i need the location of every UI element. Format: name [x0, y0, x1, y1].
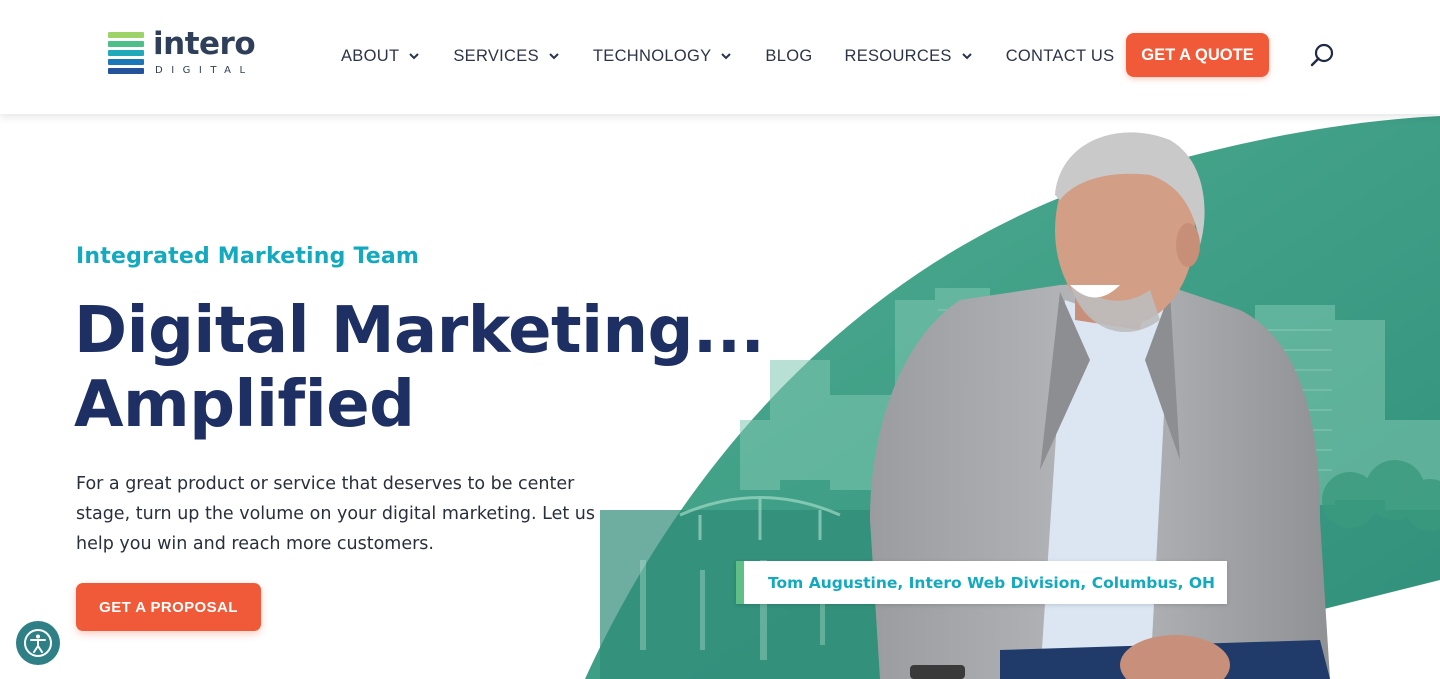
chevron-down-icon [961, 53, 972, 60]
hero-headline: Digital Marketing... Amplified [74, 294, 765, 442]
nav-item-blog[interactable]: BLOG [765, 47, 812, 66]
intero-digital-logo[interactable]: intero DIGITAL [108, 26, 258, 80]
chevron-down-icon [721, 53, 732, 60]
nav-item-services[interactable]: SERVICES [453, 47, 561, 66]
nav-label: TECHNOLOGY [592, 46, 712, 65]
main-nav: ABOUT SERVICES TECHNOLOGY BLOG RESOURCES… [341, 44, 1146, 68]
nav-label: ABOUT [341, 46, 400, 65]
nav-label: RESOURCES [844, 46, 952, 65]
chevron-down-icon [409, 53, 420, 60]
headline-line-1: Digital Marketing... [74, 294, 765, 368]
accessibility-icon [24, 629, 52, 657]
nav-item-resources[interactable]: RESOURCES [844, 47, 973, 66]
hero-description: For a great product or service that dese… [76, 474, 595, 554]
hero-eyebrow: Integrated Marketing Team [76, 244, 420, 269]
site-header: intero DIGITAL ABOUT SERVICES TECHNOLOGY… [0, 0, 1440, 114]
nav-label: SERVICES [453, 46, 539, 65]
nav-label: BLOG [765, 46, 813, 65]
nav-item-technology[interactable]: TECHNOLOGY [593, 47, 734, 66]
nav-label: CONTACT US [1005, 46, 1115, 65]
nav-item-contact-us[interactable]: CONTACT US [1006, 47, 1115, 66]
get-a-proposal-button[interactable]: GET A PROPOSAL [76, 583, 261, 631]
logo-bars-icon [108, 32, 146, 76]
search-icon[interactable] [1310, 42, 1336, 68]
nav-item-about[interactable]: ABOUT [341, 47, 421, 66]
logo-tagline: DIGITAL [155, 65, 254, 76]
logo-wordmark: intero [153, 26, 256, 62]
get-a-quote-button[interactable]: GET A QUOTE [1126, 33, 1269, 77]
chevron-down-icon [549, 53, 559, 60]
headline-line-2: Amplified [74, 368, 415, 442]
accessibility-button[interactable] [16, 621, 60, 665]
photo-caption: Tom Augustine, Intero Web Division, Colu… [736, 561, 1228, 604]
